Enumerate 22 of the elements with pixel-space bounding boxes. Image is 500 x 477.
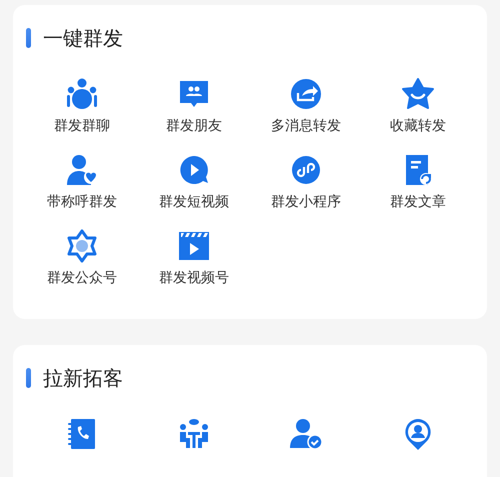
- star-icon[interactable]: [401, 77, 435, 111]
- user-heart-icon[interactable]: [65, 153, 99, 187]
- group-icon[interactable]: [65, 77, 99, 111]
- accent-bar: [26, 368, 31, 388]
- feature-label[interactable]: 群发群聊: [54, 117, 110, 135]
- feature-label[interactable]: 群发文章: [390, 193, 446, 211]
- section-title: 一键群发: [43, 24, 123, 52]
- feature-label[interactable]: 群发公众号: [47, 269, 117, 287]
- feature-label[interactable]: 群发短视频: [159, 193, 229, 211]
- accent-bar: [26, 28, 31, 48]
- feature-label[interactable]: 群发小程序: [271, 193, 341, 211]
- feature-label[interactable]: 多消息转发: [271, 117, 341, 135]
- feature-label[interactable]: 收藏转发: [390, 117, 446, 135]
- user-check-icon[interactable]: [289, 417, 323, 451]
- share-icon[interactable]: [289, 77, 323, 111]
- feature-label[interactable]: 带称呼群发: [47, 193, 117, 211]
- feature-label[interactable]: 群发视频号: [159, 269, 229, 287]
- section-title: 拉新拓客: [43, 364, 123, 392]
- link-icon[interactable]: [289, 153, 323, 187]
- feature-label[interactable]: 群发朋友: [166, 117, 222, 135]
- meeting-icon[interactable]: [177, 417, 211, 451]
- video-icon[interactable]: [177, 229, 211, 263]
